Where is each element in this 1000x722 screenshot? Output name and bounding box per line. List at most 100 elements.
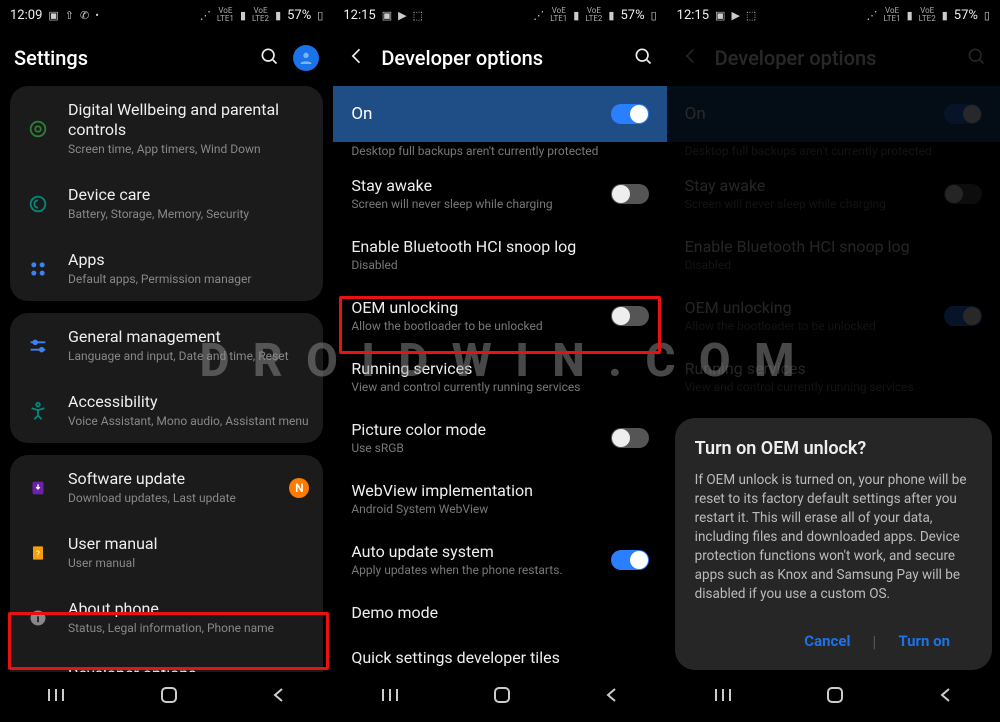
signal-1-icon: VoELTE1	[217, 7, 234, 23]
item-title: Digital Wellbeing and parental controls	[68, 100, 309, 140]
account-avatar-icon[interactable]	[293, 45, 319, 71]
item-webview[interactable]: WebView implementation Android System We…	[333, 469, 666, 530]
item-title: Picture color mode	[351, 420, 610, 439]
item-subtitle: Voice Assistant, Mono audio, Assistant m…	[68, 414, 309, 429]
item-apps[interactable]: Apps Default apps, Permission manager	[10, 236, 323, 301]
item-subtitle: Android System WebView	[351, 502, 648, 516]
notif-upload-icon: ⇧	[65, 9, 74, 22]
nav-back-icon[interactable]	[938, 687, 954, 707]
wifi-icon: ⋰	[867, 9, 878, 22]
dialog-body: If OEM unlock is turned on, your phone w…	[695, 471, 972, 604]
item-subtitle: Status, Legal information, Phone name	[68, 621, 309, 636]
item-subtitle: Screen will never sleep while charging	[351, 197, 610, 211]
item-title: OEM unlocking	[351, 298, 610, 317]
nav-recent-icon[interactable]	[46, 687, 66, 707]
about-icon	[24, 608, 52, 628]
update-badge: N	[289, 478, 309, 498]
accessibility-icon	[24, 400, 52, 422]
status-battery: 57%	[287, 8, 311, 23]
search-icon[interactable]	[259, 46, 279, 70]
item-user-manual[interactable]: ? User manual User manual	[10, 520, 323, 585]
item-running-services: Running servicesView and control current…	[667, 347, 1000, 408]
item-subtitle: Screen time, App timers, Wind Down	[68, 142, 309, 157]
back-icon[interactable]	[347, 46, 367, 70]
notif-upload-icon: ⬚	[413, 9, 423, 22]
toggle-on-icon	[944, 104, 982, 124]
user-manual-icon: ?	[24, 543, 52, 563]
dev-master-toggle: On	[667, 86, 1000, 142]
item-title: Demo mode	[351, 603, 648, 622]
item-demo-mode[interactable]: Demo mode	[333, 591, 666, 636]
item-title: Quick settings developer tiles	[351, 648, 648, 667]
header: Developer options	[667, 30, 1000, 86]
item-about-phone[interactable]: About phone Status, Legal information, P…	[10, 585, 323, 650]
wellbeing-icon	[24, 118, 52, 140]
nav-back-icon[interactable]	[271, 687, 287, 707]
toggle-off-icon[interactable]	[611, 306, 649, 326]
item-qs-tiles[interactable]: Quick settings developer tiles	[333, 636, 666, 672]
status-battery: 57%	[620, 8, 644, 23]
item-software-update[interactable]: Software update Download updates, Last u…	[10, 455, 323, 520]
item-general-management[interactable]: General management Language and input, D…	[10, 313, 323, 378]
item-running-services[interactable]: Running services View and control curren…	[333, 347, 666, 408]
item-accessibility[interactable]: Accessibility Voice Assistant, Mono audi…	[10, 378, 323, 443]
toggle-off-icon[interactable]	[611, 184, 649, 204]
signal-2-icon: VoELTE2	[252, 7, 269, 23]
phone-settings: 12:09 ▣ ⇧ ✆ • ⋰ VoELTE1 ▮ VoELTE2 ▮ 57% …	[0, 0, 333, 722]
notif-upload-icon: ⬚	[746, 9, 756, 22]
item-bt-hci[interactable]: Enable Bluetooth HCI snoop log Disabled	[333, 225, 666, 286]
notif-whatsapp-icon: ✆	[80, 9, 89, 22]
dialog-oem-unlock: Turn on OEM unlock? If OEM unlock is tur…	[675, 418, 992, 670]
item-title: Enable Bluetooth HCI snoop log	[351, 237, 648, 256]
dev-master-toggle[interactable]: On	[333, 86, 666, 142]
item-picture-color-mode[interactable]: Picture color mode Use sRGB	[333, 408, 666, 469]
item-developer-options[interactable]: Developer options Developer options	[10, 650, 323, 672]
item-device-care[interactable]: Device care Battery, Storage, Memory, Se…	[10, 171, 323, 236]
item-subtitle: Allow the bootloader to be unlocked	[351, 319, 610, 333]
notif-more-icon: •	[95, 9, 99, 22]
page-title: Settings	[14, 46, 245, 70]
general-icon	[24, 335, 52, 357]
item-auto-update[interactable]: Auto update system Apply updates when th…	[333, 530, 666, 591]
cancel-button[interactable]: Cancel	[782, 622, 872, 660]
nav-recent-icon[interactable]	[380, 687, 400, 707]
svg-text:?: ?	[36, 549, 40, 559]
settings-group-3: Software update Download updates, Last u…	[10, 455, 323, 672]
notif-video-icon: ▶	[398, 9, 406, 22]
turn-on-button[interactable]: Turn on	[876, 622, 972, 660]
dev-on-label: On	[351, 104, 372, 124]
item-digital-wellbeing[interactable]: Digital Wellbeing and parental controls …	[10, 86, 323, 171]
nav-back-icon[interactable]	[604, 687, 620, 707]
signal-bars-1-icon: ▮	[240, 9, 246, 22]
page-title: Developer options	[715, 46, 952, 70]
item-subtitle: Battery, Storage, Memory, Security	[68, 207, 309, 222]
dialog-title: Turn on OEM unlock?	[695, 438, 972, 459]
settings-group-2: General management Language and input, D…	[10, 313, 323, 443]
item-title: Running services	[351, 359, 648, 378]
status-time: 12:15	[343, 8, 375, 23]
page-title: Developer options	[381, 46, 618, 70]
status-time: 12:15	[677, 8, 709, 23]
toggle-off-icon	[944, 184, 982, 204]
item-title: User manual	[68, 534, 309, 554]
toggle-on-icon[interactable]	[611, 550, 649, 570]
item-oem-unlocking[interactable]: OEM unlocking Allow the bootloader to be…	[333, 286, 666, 347]
nav-home-icon[interactable]	[825, 685, 845, 709]
notif-image-icon: ▣	[382, 9, 392, 22]
toggle-on-icon[interactable]	[611, 104, 649, 124]
apps-icon	[24, 259, 52, 279]
nav-home-icon[interactable]	[159, 685, 179, 709]
toggle-off-icon[interactable]	[611, 428, 649, 448]
item-subtitle: User manual	[68, 556, 309, 571]
item-title: Developer options	[68, 664, 309, 672]
nav-recent-icon[interactable]	[713, 687, 733, 707]
status-bar: 12:15 ▣ ▶ ⬚ ⋰ VoELTE1 ▮ VoELTE2 ▮ 57% ▯	[667, 0, 1000, 30]
item-title: Apps	[68, 250, 309, 270]
signal-2-icon: VoELTE2	[585, 7, 602, 23]
search-icon[interactable]	[633, 46, 653, 70]
item-title: General management	[68, 327, 309, 347]
signal-1-icon: VoELTE1	[884, 7, 901, 23]
item-stay-awake[interactable]: Stay awake Screen will never sleep while…	[333, 164, 666, 225]
signal-1-icon: VoELTE1	[550, 7, 567, 23]
nav-home-icon[interactable]	[492, 685, 512, 709]
